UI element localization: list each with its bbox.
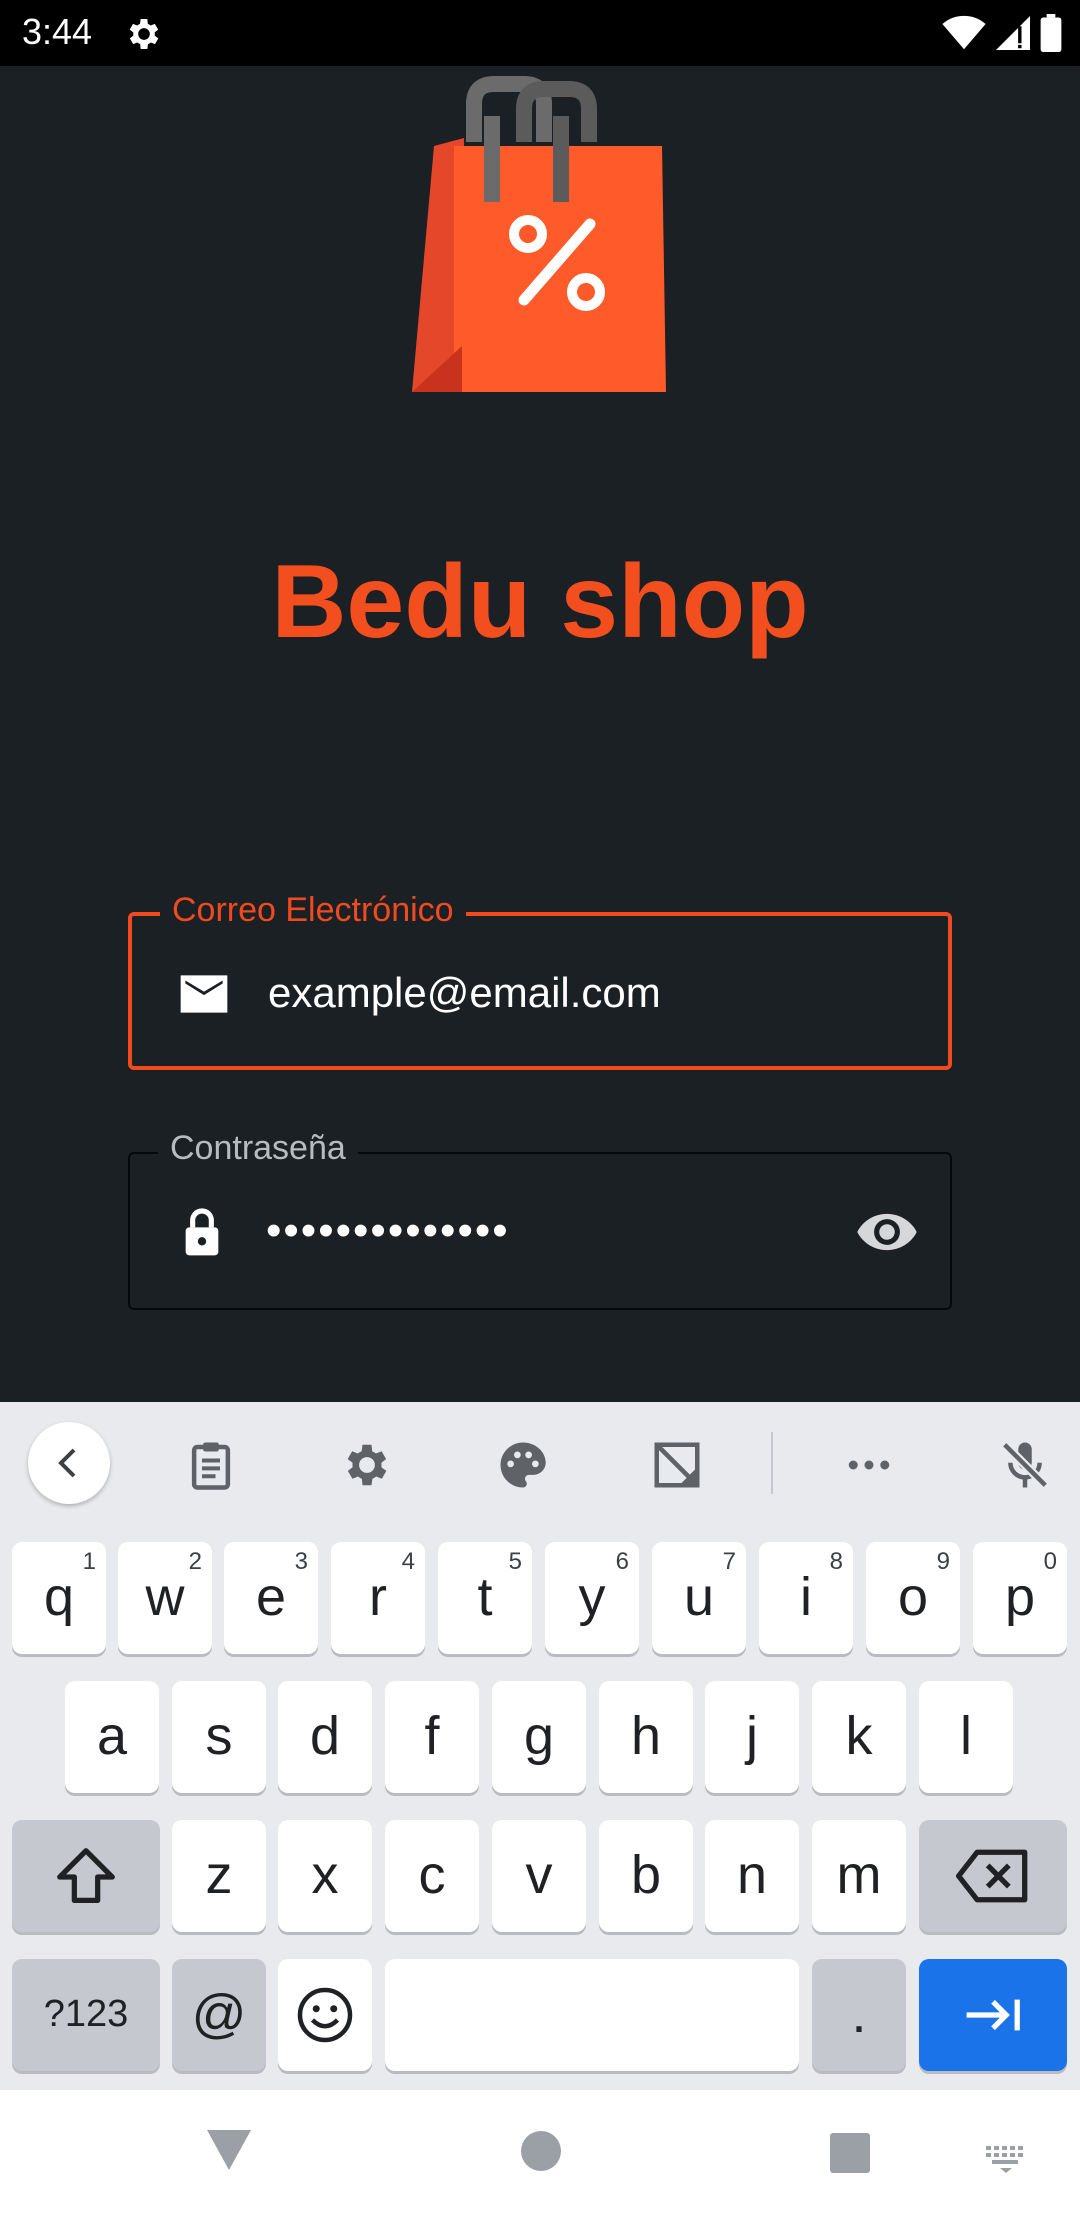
status-icons [942,13,1062,53]
navigation-bar [0,2090,1080,2220]
chevron-left-icon [58,1448,76,1478]
key-o[interactable]: o9 [866,1542,960,1654]
key-t[interactable]: t5 [438,1542,532,1654]
back-triangle-icon[interactable] [206,2128,252,2172]
key-l[interactable]: l [919,1681,1013,1793]
palette-icon[interactable] [496,1438,550,1492]
key-e[interactable]: e3 [224,1542,318,1654]
clipboard-icon[interactable] [184,1438,238,1492]
key-k[interactable]: k [812,1681,906,1793]
battery-icon [1040,14,1062,52]
eye-icon[interactable] [856,1204,918,1260]
key-q[interactable]: q1 [12,1542,106,1654]
gear-icon [129,19,159,49]
signal-icon [996,16,1030,50]
toolbar-divider [771,1432,773,1494]
key-s[interactable]: s [172,1681,266,1793]
email-field[interactable]: Correo Electrónico example@email.com [128,890,952,1070]
recents-square-icon[interactable] [829,2132,871,2174]
emoji-key[interactable] [278,1959,372,2071]
resize-icon[interactable] [650,1438,704,1492]
key-c[interactable]: c [385,1820,479,1932]
keyboard-back-button[interactable] [28,1422,110,1504]
keyboard-toolbar [0,1402,1080,1520]
settings-icon[interactable] [340,1438,394,1492]
backspace-key[interactable] [919,1820,1067,1932]
wifi-icon [942,15,986,50]
key-p[interactable]: p0 [973,1542,1067,1654]
password-field-label: Contraseña [158,1128,358,1168]
key-v[interactable]: v [492,1820,586,1932]
key-u[interactable]: u7 [652,1542,746,1654]
key-n[interactable]: n [705,1820,799,1932]
brand-title: Bedu shop [271,544,809,660]
email-field-label: Correo Electrónico [160,890,466,930]
next-field-icon [966,1999,1020,2031]
lock-icon [185,1208,219,1256]
shift-icon [57,1848,115,1903]
key-r[interactable]: r4 [331,1542,425,1654]
soft-keyboard: q1 w2 e3 r4 t5 y6 u7 i8 o9 p0 a s d f g … [0,1402,1080,2090]
key-w[interactable]: w2 [118,1542,212,1654]
symbols-key[interactable]: ?123 [12,1959,160,2071]
mail-icon [180,975,228,1013]
emoji-icon [297,1987,353,2043]
enter-key[interactable] [919,1959,1067,2071]
key-i[interactable]: i8 [759,1542,853,1654]
key-d[interactable]: d [278,1681,372,1793]
period-key[interactable]: . [812,1959,906,2071]
at-key[interactable]: @ [172,1959,266,2071]
key-a[interactable]: a [65,1681,159,1793]
password-field[interactable]: Contraseña •••••••••••••• [128,1128,952,1310]
mic-off-icon[interactable] [998,1438,1052,1492]
key-g[interactable]: g [492,1681,586,1793]
status-time: 3:44 [22,11,93,52]
keyboard-switch-icon[interactable] [984,2144,1028,2174]
status-bar: 3:44 [0,0,1080,66]
password-input[interactable]: •••••••••••••• [266,1206,510,1256]
key-x[interactable]: x [278,1820,372,1932]
key-j[interactable]: j [705,1681,799,1793]
more-icon[interactable] [842,1438,896,1492]
home-circle-icon[interactable] [520,2130,562,2172]
key-h[interactable]: h [599,1681,693,1793]
space-key[interactable] [385,1959,799,2071]
key-f[interactable]: f [385,1681,479,1793]
shift-key[interactable] [12,1820,160,1932]
shopping-bag-percent-icon [412,76,666,392]
key-z[interactable]: z [172,1820,266,1932]
backspace-icon [956,1849,1028,1903]
login-screen: Bedu shop Correo Electrónico example@ema… [0,66,1080,1402]
key-y[interactable]: y6 [545,1542,639,1654]
key-b[interactable]: b [599,1820,693,1932]
key-m[interactable]: m [812,1820,906,1932]
email-input[interactable]: example@email.com [268,968,661,1018]
